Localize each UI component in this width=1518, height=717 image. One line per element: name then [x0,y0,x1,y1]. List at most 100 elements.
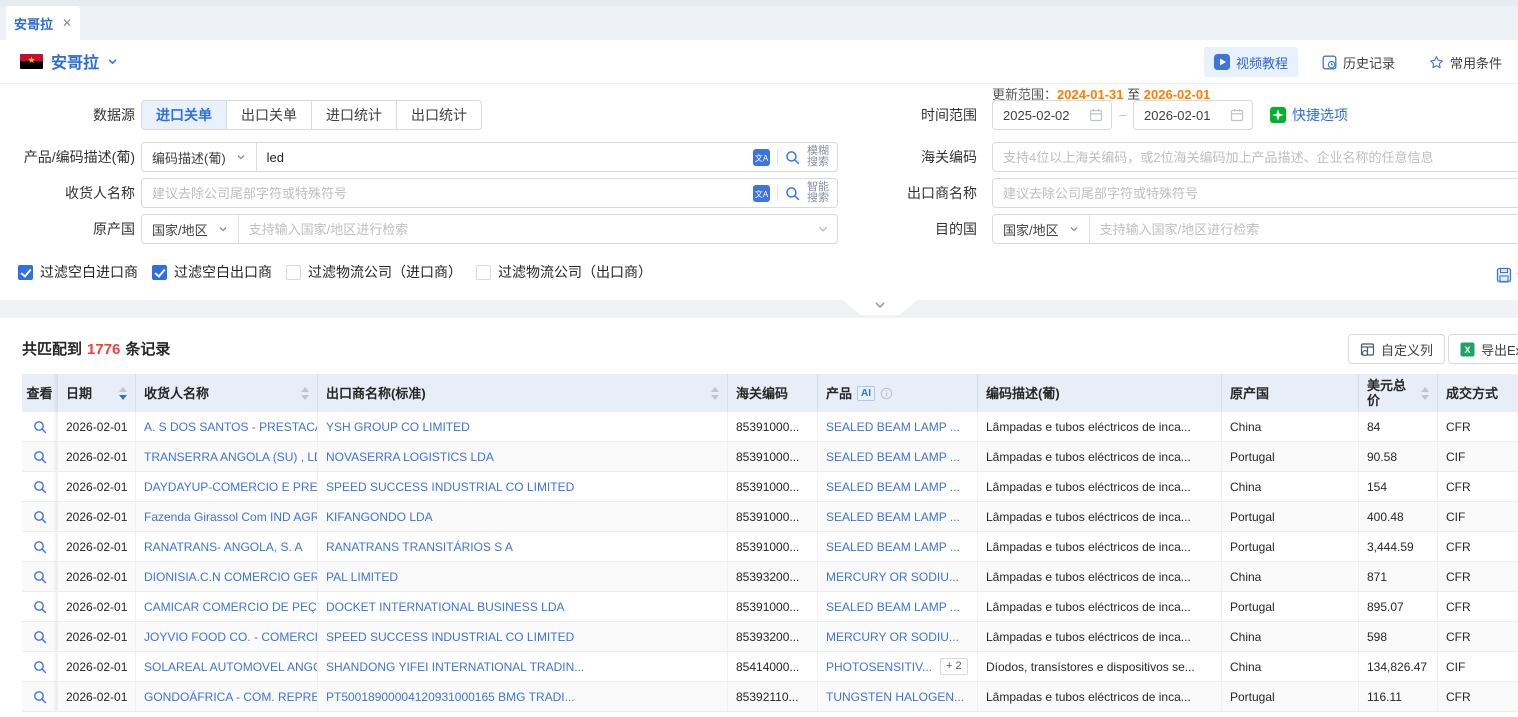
page-header: ★ 安哥拉 视频教程 历史记录 [0,40,1518,84]
product-link[interactable]: SEALED BEAM LAMP ... [826,540,960,554]
translate-icon[interactable]: 文A [753,149,770,166]
product-link[interactable]: SEALED BEAM LAMP ... [826,510,960,524]
tab-bar: 安哥拉 ✕ [0,0,1518,40]
consignee-link[interactable]: TRANSERRA ANGOLA (SU) , LDA [136,442,318,471]
exporter-link[interactable]: KIFANGONDO LDA [318,502,728,531]
view-record-button[interactable] [22,502,58,531]
consignee-link[interactable]: CAMICAR COMERCIO DE PEÇAS S.A. [136,592,318,621]
exporter-input[interactable] [993,186,1518,201]
product-cell: SEALED BEAM LAMP ... [818,442,978,471]
fuzzy-search-label[interactable]: 模糊搜索 [807,146,829,168]
origin-country-input[interactable] [239,222,817,237]
view-record-button[interactable] [22,592,58,621]
more-products-badge[interactable]: + 2 [940,658,968,675]
country-selector[interactable]: ★ 安哥拉 [20,49,118,73]
hs-code-control [992,142,1518,172]
view-record-button[interactable] [22,562,58,591]
svg-text:文A: 文A [755,153,769,163]
checkbox-filter-blank-exporter[interactable]: 过滤空白出口商 [152,262,272,282]
hs-code-cell: 85391000... [728,502,818,531]
exporter-link[interactable]: SPEED SUCCESS INDUSTRIAL CO LIMITED [318,622,728,651]
consignee-input[interactable] [142,186,753,201]
usd-total-cell: 90.58 [1359,442,1438,471]
search-icon[interactable] [785,186,800,201]
checkbox-filter-blank-importer[interactable]: 过滤空白进口商 [18,262,138,282]
exporter-link[interactable]: SPEED SUCCESS INDUSTRIAL CO LIMITED [318,472,728,501]
quick-options-button[interactable]: 快捷选项 [1270,100,1348,130]
view-record-button[interactable] [22,532,58,561]
exporter-link[interactable]: DOCKET INTERNATIONAL BUSINESS LDA [318,592,728,621]
checkbox-icon[interactable] [18,265,33,280]
tab-export-statistics[interactable]: 出口统计 [396,101,481,129]
tab-import-statistics[interactable]: 进口统计 [311,101,396,129]
exporter-link[interactable]: PT50018900004120931000165 BMG TRADI... [318,682,728,711]
translate-icon[interactable]: 文A [753,185,770,202]
view-record-button[interactable] [22,622,58,651]
tab-export-declarations[interactable]: 出口关单 [226,101,311,129]
date-from-input[interactable]: 2025-02-02 [992,100,1112,130]
view-record-button[interactable] [22,652,58,681]
product-link[interactable]: TUNGSTEN HALOGEN... [826,690,964,704]
exporter-link[interactable]: RANATRANS TRANSITÁRIOS S A [318,532,728,561]
destination-type-select[interactable]: 国家/地区 [993,215,1090,243]
sort-icon[interactable] [119,387,127,400]
product-link[interactable]: SEALED BEAM LAMP ... [826,600,960,614]
tab-angola[interactable]: 安哥拉 ✕ [6,6,80,40]
favorites-button[interactable]: 常用条件 [1419,47,1512,77]
origin-cell: China [1222,652,1359,681]
exporter-link[interactable]: PAL LIMITED [318,562,728,591]
history-button[interactable]: 历史记录 [1312,47,1405,77]
product-search-input[interactable] [257,150,753,165]
product-link[interactable]: SEALED BEAM LAMP ... [826,480,960,494]
view-record-button[interactable] [22,682,58,711]
sort-icon[interactable] [711,387,719,400]
checkbox-filter-logistics-importer[interactable]: 过滤物流公司（进口商） [286,262,462,282]
sort-icon[interactable] [301,387,309,400]
sort-icon[interactable] [1421,387,1429,400]
smart-search-label[interactable]: 智能搜索 [807,182,829,204]
hs-code-input[interactable] [993,150,1518,165]
destination-country-input[interactable] [1090,222,1518,237]
tab-import-declarations[interactable]: 进口关单 [142,101,226,129]
customize-columns-button[interactable]: 自定义列 [1348,334,1445,364]
destination-country-label: 目的国 [845,214,977,244]
product-link[interactable]: SEALED BEAM LAMP ... [826,450,960,464]
date-to-input[interactable]: 2026-02-01 [1133,100,1253,130]
usd-total-cell: 116.11 [1359,682,1438,711]
product-field-select[interactable]: 编码描述(葡) [142,143,257,171]
consignee-link[interactable]: Fazenda Girassol Com IND AGRO P LDA [136,502,318,531]
consignee-link[interactable]: DIONISIA.C.N COMERCIO GERAL & PRESTA... [136,562,318,591]
exporter-link[interactable]: NOVASERRA LOGISTICS LDA [318,442,728,471]
info-icon[interactable] [880,387,893,400]
exporter-link[interactable]: YSH GROUP CO LIMITED [318,412,728,441]
consignee-link[interactable]: DAYDAYUP-COMERCIO E PRESTACAO DE S... [136,472,318,501]
product-link[interactable]: MERCURY OR SODIU... [826,630,959,644]
table-row: 2026-02-01 DAYDAYUP-COMERCIO E PRESTACAO… [22,472,1518,502]
export-excel-button[interactable]: X 导出Exc [1448,334,1518,364]
checkbox-icon[interactable] [476,265,491,280]
hs-code-cell: 85393200... [728,562,818,591]
product-link[interactable]: PHOTOSENSITIV... [826,660,932,674]
product-link[interactable]: SEALED BEAM LAMP ... [826,420,960,434]
checkbox-filter-logistics-exporter[interactable]: 过滤物流公司（出口商） [476,262,652,282]
consignee-link[interactable]: RANATRANS- ANGOLA, S. A [136,532,318,561]
product-cell: SEALED BEAM LAMP ... [818,472,978,501]
hs-code-cell: 85391000... [728,472,818,501]
product-link[interactable]: MERCURY OR SODIU... [826,570,959,584]
view-record-button[interactable] [22,472,58,501]
close-icon[interactable]: ✕ [62,16,72,30]
checkbox-icon[interactable] [286,265,301,280]
exporter-link[interactable]: SHANDONG YIFEI INTERNATIONAL TRADIN... [318,652,728,681]
view-record-button[interactable] [22,412,58,441]
origin-type-select[interactable]: 国家/地区 [142,215,239,243]
consignee-link[interactable]: JOYVIO FOOD CO. - COMERCIO GERAL, LDA [136,622,318,651]
save-conditions-button[interactable]: 保 [1496,265,1518,285]
product-search-control: 编码描述(葡) 文A 模糊搜索 [141,142,838,172]
consignee-link[interactable]: GONDOÁFRICA - COM. REPRESENTAÇÕES ... [136,682,318,711]
video-tutorial-button[interactable]: 视频教程 [1204,47,1298,77]
consignee-link[interactable]: SOLAREAL AUTOMOVEL ANGOLA(SU)., LDA [136,652,318,681]
consignee-link[interactable]: A. S DOS SANTOS - PRESTACAO DE SERVIC... [136,412,318,441]
search-icon[interactable] [785,150,800,165]
view-record-button[interactable] [22,442,58,471]
checkbox-icon[interactable] [152,265,167,280]
